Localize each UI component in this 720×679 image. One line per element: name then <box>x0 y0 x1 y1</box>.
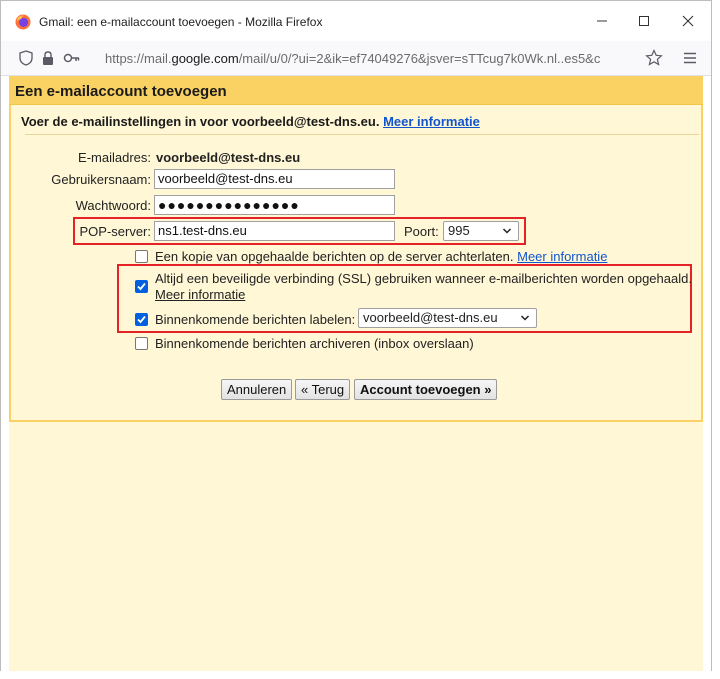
keep-copy-more-info-link[interactable]: Meer informatie <box>517 249 607 264</box>
port-select[interactable]: 995 <box>443 221 519 241</box>
email-label: E-mailadres: <box>78 150 151 165</box>
intro-text: Voer de e-mailinstellingen in voor voorb… <box>21 114 480 129</box>
pop-server-input[interactable]: ns1.test-dns.eu <box>154 221 395 241</box>
label-incoming-checkbox[interactable] <box>135 313 148 326</box>
intro-more-info-link[interactable]: Meer informatie <box>383 114 480 129</box>
password-input[interactable]: ●●●●●●●●●●●●●●● <box>154 195 395 215</box>
keep-copy-option: Een kopie van opgehaalde berichten op de… <box>155 249 607 264</box>
menu-icon[interactable] <box>683 51 697 65</box>
dialog-lower-area <box>9 422 703 671</box>
background-right-strip <box>703 76 711 671</box>
firefox-logo-icon <box>15 14 31 30</box>
maximize-icon <box>639 16 649 26</box>
minimize-button[interactable] <box>587 9 617 35</box>
close-icon <box>682 15 694 27</box>
page-content: Een e-mailaccount toevoegen Voer de e-ma… <box>1 76 711 671</box>
ssl-label: Altijd een beveiligde verbinding (SSL) g… <box>155 271 692 286</box>
url-domain: google.com <box>171 51 239 66</box>
divider <box>25 134 699 135</box>
url-rest: /mail/u/0/?ui=2&ik=ef74049276&jsver=sTTc… <box>238 51 601 66</box>
browser-window: Gmail: een e-mailaccount toevoegen - Moz… <box>0 0 712 671</box>
back-button[interactable]: « Terug <box>295 379 351 400</box>
port-label: Poort: <box>404 224 439 239</box>
key-icon[interactable] <box>63 51 81 65</box>
url-text[interactable]: https://mail.google.com/mail/u/0/?ui=2&i… <box>105 51 643 66</box>
username-label: Gebruikersnaam: <box>51 172 151 187</box>
email-value: voorbeeld@test-dns.eu <box>156 150 301 165</box>
archive-label: Binnenkomende berichten archiveren (inbo… <box>155 336 474 351</box>
bookmark-star-icon[interactable] <box>645 49 663 67</box>
cancel-button[interactable]: Annuleren <box>221 379 293 400</box>
window-title: Gmail: een e-mailaccount toevoegen - Moz… <box>39 15 323 29</box>
maximize-button[interactable] <box>629 9 659 35</box>
checkmark-icon <box>137 282 146 291</box>
url-prefix: https://mail. <box>105 51 172 66</box>
close-button[interactable] <box>673 9 703 35</box>
intro-label: Voer de e-mailinstellingen in voor voorb… <box>21 114 380 129</box>
shield-icon[interactable] <box>19 50 33 66</box>
ssl-more-info-link[interactable]: Meer informatie <box>155 287 245 302</box>
add-account-button[interactable]: Account toevoegen » <box>354 379 498 400</box>
keep-copy-checkbox[interactable] <box>135 250 148 263</box>
label-incoming-label: Binnenkomende berichten labelen: <box>155 312 356 327</box>
username-input[interactable]: voorbeeld@test-dns.eu <box>154 169 395 189</box>
keep-copy-label: Een kopie van opgehaalde berichten op de… <box>155 249 514 264</box>
url-bar[interactable]: https://mail.google.com/mail/u/0/?ui=2&i… <box>1 41 711 76</box>
chevron-down-icon <box>520 315 530 321</box>
label-select[interactable]: voorbeeld@test-dns.eu <box>358 308 537 328</box>
title-bar: Gmail: een e-mailaccount toevoegen - Moz… <box>1 1 711 41</box>
chevron-down-icon <box>502 228 512 234</box>
background-left-strip <box>1 76 9 671</box>
port-value: 995 <box>448 223 470 238</box>
archive-checkbox[interactable] <box>135 337 148 350</box>
dialog-header: Een e-mailaccount toevoegen <box>9 76 703 105</box>
pop-server-label: POP-server: <box>79 224 151 239</box>
password-label: Wachtwoord: <box>75 198 151 213</box>
checkmark-icon <box>137 315 146 324</box>
minimize-icon <box>597 20 607 22</box>
dialog-title: Een e-mailaccount toevoegen <box>15 83 227 100</box>
ssl-checkbox[interactable] <box>135 280 148 293</box>
label-select-value: voorbeeld@test-dns.eu <box>363 310 498 325</box>
lock-icon[interactable] <box>41 50 55 66</box>
